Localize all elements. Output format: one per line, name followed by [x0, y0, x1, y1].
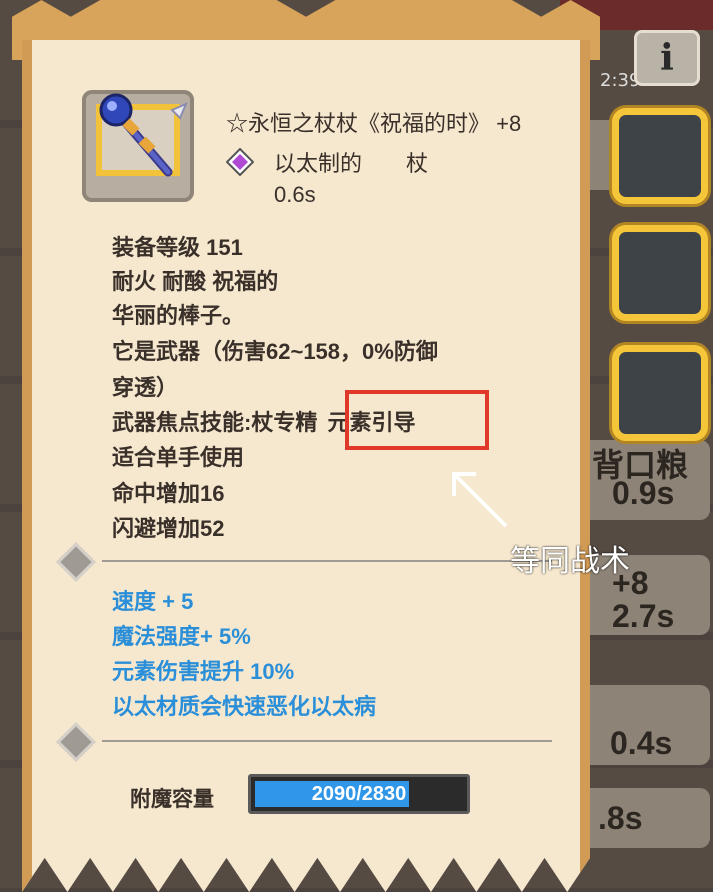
- section-divider: [56, 722, 552, 762]
- weapon-info-line-2: 穿透）: [112, 375, 179, 400]
- staff-icon: [99, 93, 188, 177]
- gear-level: 装备等级 151: [112, 235, 243, 260]
- item-traits: 耐火 耐酸 祝福的: [112, 269, 279, 294]
- skill-highlight-box: [345, 390, 489, 450]
- equipment-slots: i: [608, 0, 713, 892]
- enchant-capacity-value: 2090/2830: [311, 783, 407, 805]
- info-button[interactable]: i: [634, 30, 700, 86]
- bonus-line: 元素伤害提升 10%: [112, 659, 295, 684]
- item-title: ☆永恒之杖杖《祝福的时》 +8: [226, 111, 522, 136]
- dodge-bonus: 闪避增加52: [112, 516, 225, 541]
- section-divider: [56, 542, 552, 582]
- bonus-line: 速度 + 5: [112, 589, 194, 614]
- bonus-line: 魔法强度+ 5%: [112, 624, 251, 649]
- weapon-skill-prefix: 武器焦点技能:杖专精: [112, 410, 318, 435]
- hit-bonus: 命中增加16: [112, 481, 225, 506]
- equipment-slot-2[interactable]: [612, 225, 708, 321]
- divider-rule: [102, 740, 552, 742]
- bonus-line: 以太材质会快速恶化以太病: [112, 694, 377, 719]
- annotation-label: 等同战术: [510, 545, 630, 578]
- weapon-info-line-1: 它是武器（伤害62~158，0%防御: [112, 339, 438, 364]
- enchant-capacity-bar: 2090/2830: [248, 774, 470, 814]
- equipment-slot-1[interactable]: [612, 108, 708, 204]
- purple-gem-icon: [226, 148, 254, 176]
- info-icon: i: [660, 37, 674, 79]
- item-material-type: 以太制的 杖: [274, 151, 429, 176]
- equipment-slot-3[interactable]: [612, 345, 708, 441]
- item-tooltip: ☆永恒之杖杖《祝福的时》 +8 以太制的 杖 0.6s 装备等级 151 耐火 …: [12, 0, 600, 892]
- item-description: 华丽的棒子。: [112, 303, 245, 328]
- arrow-icon: [452, 472, 508, 528]
- divider-rule: [102, 560, 552, 562]
- item-icon-frame: [82, 90, 194, 202]
- enchant-capacity-label: 附魔容量: [130, 788, 214, 811]
- usage-info: 适合单手使用: [112, 445, 245, 470]
- item-attack-speed: 0.6s: [274, 182, 316, 207]
